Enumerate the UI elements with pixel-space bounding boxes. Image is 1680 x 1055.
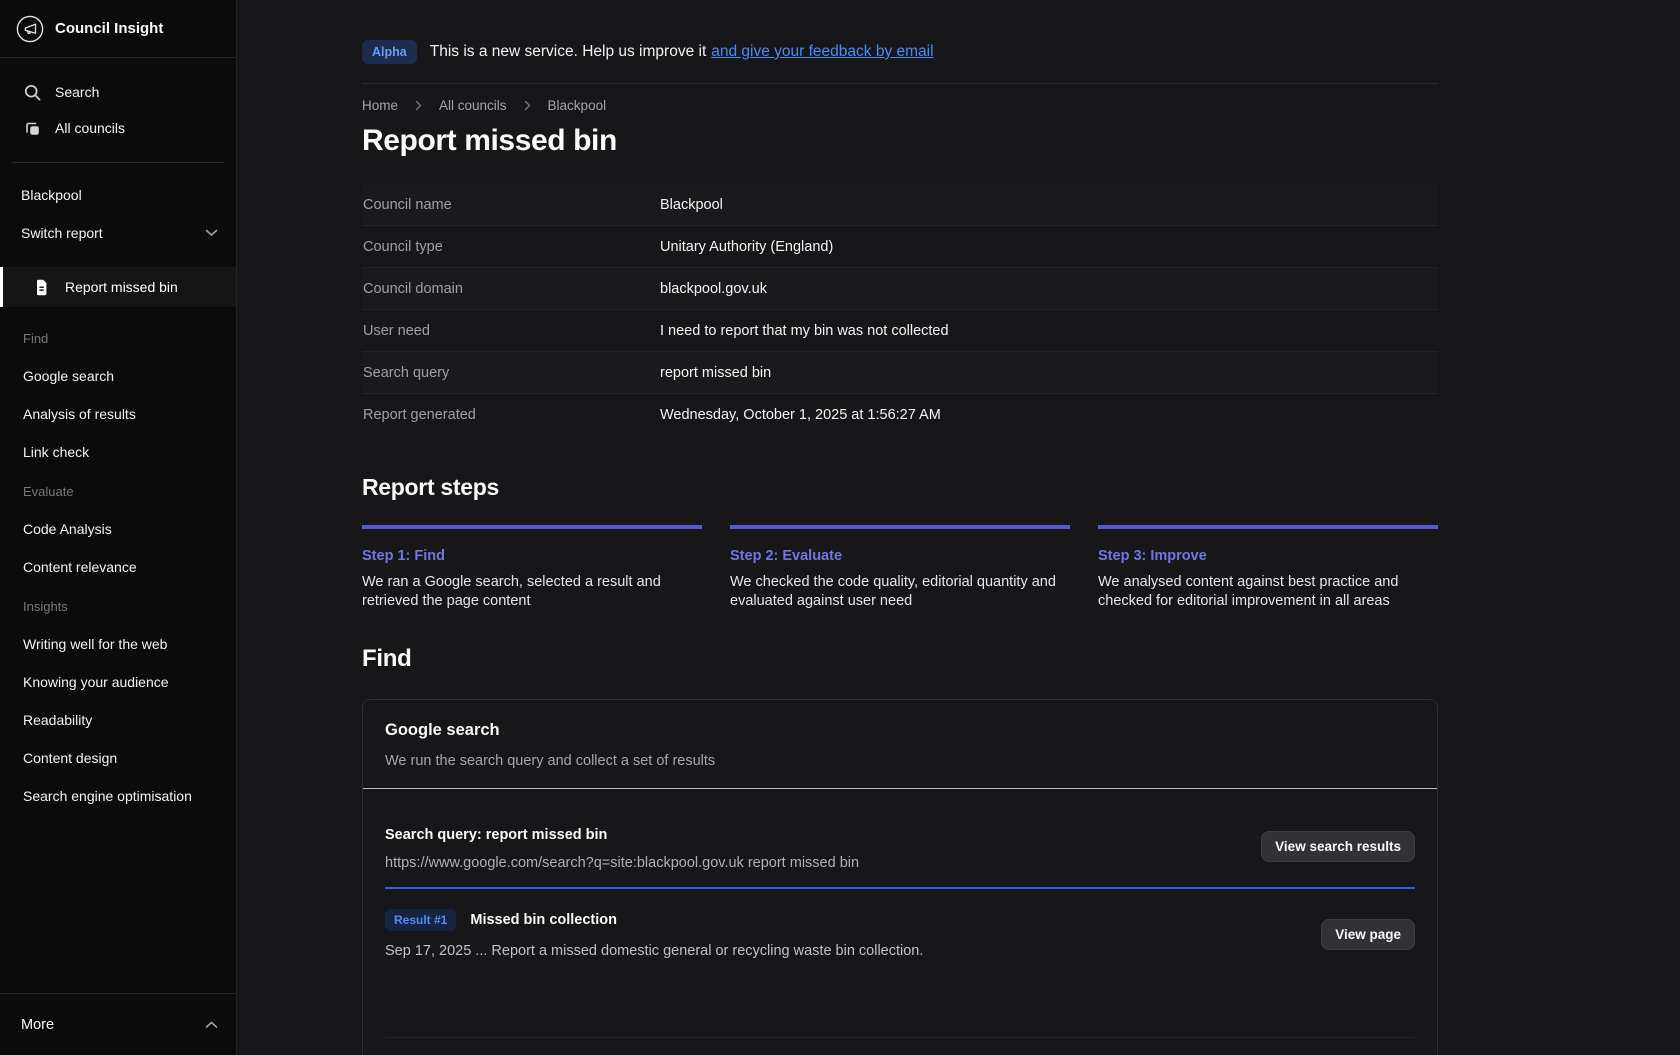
result-number-badge: Result #1 xyxy=(385,909,456,931)
search-query-block: Search query: report missed bin https://… xyxy=(385,827,859,871)
sidebar-item-all-councils[interactable]: All councils xyxy=(0,110,236,146)
app-window: Council Insight Search xyxy=(0,0,1680,1055)
chevron-up-icon xyxy=(205,1021,218,1029)
step-title: Step 2: Evaluate xyxy=(730,548,1070,564)
google-search-card: Google search We run the search query an… xyxy=(362,699,1438,1055)
search-query-label: Search query: report missed bin xyxy=(385,827,859,843)
sidebar-council-name: Blackpool xyxy=(0,163,236,203)
search-query-row: Search query: report missed bin https://… xyxy=(385,827,1415,871)
alpha-badge: Alpha xyxy=(362,40,417,64)
switch-report-label: Switch report xyxy=(21,225,103,241)
header-divider xyxy=(362,83,1438,84)
card-description: We run the search query and collect a se… xyxy=(385,753,1415,769)
detail-value: Wednesday, October 1, 2025 at 1:56:27 AM xyxy=(660,407,941,423)
sidebar-item-readability[interactable]: Readability xyxy=(0,712,236,728)
table-row: Council type Unitary Authority (England) xyxy=(362,226,1438,268)
sidebar-more-toggle[interactable]: More xyxy=(0,993,236,1055)
view-search-results-button[interactable]: View search results xyxy=(1261,831,1415,862)
sidebar-item-content-design[interactable]: Content design xyxy=(0,750,236,766)
megaphone-logo-icon xyxy=(16,15,44,43)
more-label: More xyxy=(21,1017,54,1033)
sidebar-section-find: Find xyxy=(0,307,236,346)
step-description: We checked the code quality, editorial q… xyxy=(730,573,1070,611)
switch-report-dropdown[interactable]: Switch report xyxy=(0,225,236,241)
detail-label: Council type xyxy=(362,239,660,255)
sidebar-section-evaluate: Evaluate xyxy=(0,460,236,499)
result-head: Result #1 Missed bin collection xyxy=(385,909,923,931)
card-title: Google search xyxy=(385,721,1415,740)
breadcrumb-home[interactable]: Home xyxy=(362,98,398,113)
result-title: Missed bin collection xyxy=(470,912,617,928)
step-title: Step 3: Improve xyxy=(1098,548,1438,564)
step-description: We ran a Google search, selected a resul… xyxy=(362,573,702,611)
card-body: Search query: report missed bin https://… xyxy=(363,789,1437,1055)
app-logo[interactable]: Council Insight xyxy=(0,0,236,58)
document-icon xyxy=(32,278,51,297)
find-section-title: Find xyxy=(362,645,1438,673)
sidebar-item-knowing-audience[interactable]: Knowing your audience xyxy=(0,674,236,690)
detail-label: User need xyxy=(362,323,660,339)
result-snippet: Sep 17, 2025 ... Report a missed domesti… xyxy=(385,943,923,959)
step-evaluate: Step 2: Evaluate We checked the code qua… xyxy=(730,525,1070,611)
sidebar-item-writing-well[interactable]: Writing well for the web xyxy=(0,636,236,652)
search-query-url: https://www.google.com/search?q=site:bla… xyxy=(385,855,859,871)
sidebar-section-insights: Insights xyxy=(0,575,236,614)
councils-copy-icon xyxy=(23,119,42,138)
blue-divider xyxy=(385,887,1415,889)
search-icon xyxy=(23,83,42,102)
view-page-button[interactable]: View page xyxy=(1321,919,1415,950)
detail-value: Blackpool xyxy=(660,197,723,213)
sidebar-item-seo[interactable]: Search engine optimisation xyxy=(0,788,236,804)
sidebar-item-analysis-of-results[interactable]: Analysis of results xyxy=(0,406,236,422)
report-steps-title: Report steps xyxy=(362,474,1438,501)
card-header: Google search We run the search query an… xyxy=(363,700,1437,789)
chevron-down-icon xyxy=(205,229,218,237)
detail-value: blackpool.gov.uk xyxy=(660,281,767,297)
sidebar-item-label: All councils xyxy=(55,120,125,136)
detail-value: I need to report that my bin was not col… xyxy=(660,323,949,339)
table-row: Search query report missed bin xyxy=(362,352,1438,394)
detail-label: Council domain xyxy=(362,281,660,297)
main-content: Alpha This is a new service. Help us imp… xyxy=(237,0,1680,1055)
sidebar-item-code-analysis[interactable]: Code Analysis xyxy=(0,521,236,537)
search-result-item: Result #1 Missed bin collection Sep 17, … xyxy=(385,909,1415,959)
breadcrumb-blackpool[interactable]: Blackpool xyxy=(548,98,607,113)
step-find: Step 1: Find We ran a Google search, sel… xyxy=(362,525,702,611)
result-content: Result #1 Missed bin collection Sep 17, … xyxy=(385,909,923,959)
detail-label: Council name xyxy=(362,197,660,213)
sidebar-item-report-missed-bin[interactable]: Report missed bin xyxy=(0,267,236,307)
chevron-right-icon xyxy=(524,100,531,111)
table-row: Report generated Wednesday, October 1, 2… xyxy=(362,394,1438,436)
detail-label: Report generated xyxy=(362,407,660,423)
sidebar-item-content-relevance[interactable]: Content relevance xyxy=(0,559,236,575)
breadcrumb: Home All councils Blackpool xyxy=(362,98,1438,113)
sidebar-item-google-search[interactable]: Google search xyxy=(0,368,236,384)
chevron-right-icon xyxy=(415,100,422,111)
feedback-email-link[interactable]: and give your feedback by email xyxy=(711,43,933,61)
detail-value: Unitary Authority (England) xyxy=(660,239,833,255)
page-title: Report missed bin xyxy=(362,124,1438,158)
alpha-banner: Alpha This is a new service. Help us imp… xyxy=(362,40,1438,64)
breadcrumb-all-councils[interactable]: All councils xyxy=(439,98,507,113)
report-steps: Step 1: Find We ran a Google search, sel… xyxy=(362,525,1438,611)
step-title: Step 1: Find xyxy=(362,548,702,564)
table-row: Council domain blackpool.gov.uk xyxy=(362,268,1438,310)
sidebar-item-link-check[interactable]: Link check xyxy=(0,444,236,460)
detail-value: report missed bin xyxy=(660,365,771,381)
table-row: Council name Blackpool xyxy=(362,184,1438,226)
report-details-table: Council name Blackpool Council type Unit… xyxy=(362,184,1438,436)
sidebar: Council Insight Search xyxy=(0,0,237,1055)
detail-label: Search query xyxy=(362,365,660,381)
sidebar-item-search[interactable]: Search xyxy=(0,74,236,110)
sidebar-item-label: Report missed bin xyxy=(65,279,178,295)
app-title: Council Insight xyxy=(55,20,163,37)
result-divider xyxy=(385,1037,1415,1038)
table-row: User need I need to report that my bin w… xyxy=(362,310,1438,352)
step-description: We analysed content against best practic… xyxy=(1098,573,1438,611)
sidebar-item-label: Search xyxy=(55,84,99,100)
step-improve: Step 3: Improve We analysed content agai… xyxy=(1098,525,1438,611)
banner-text: This is a new service. Help us improve i… xyxy=(430,43,707,61)
